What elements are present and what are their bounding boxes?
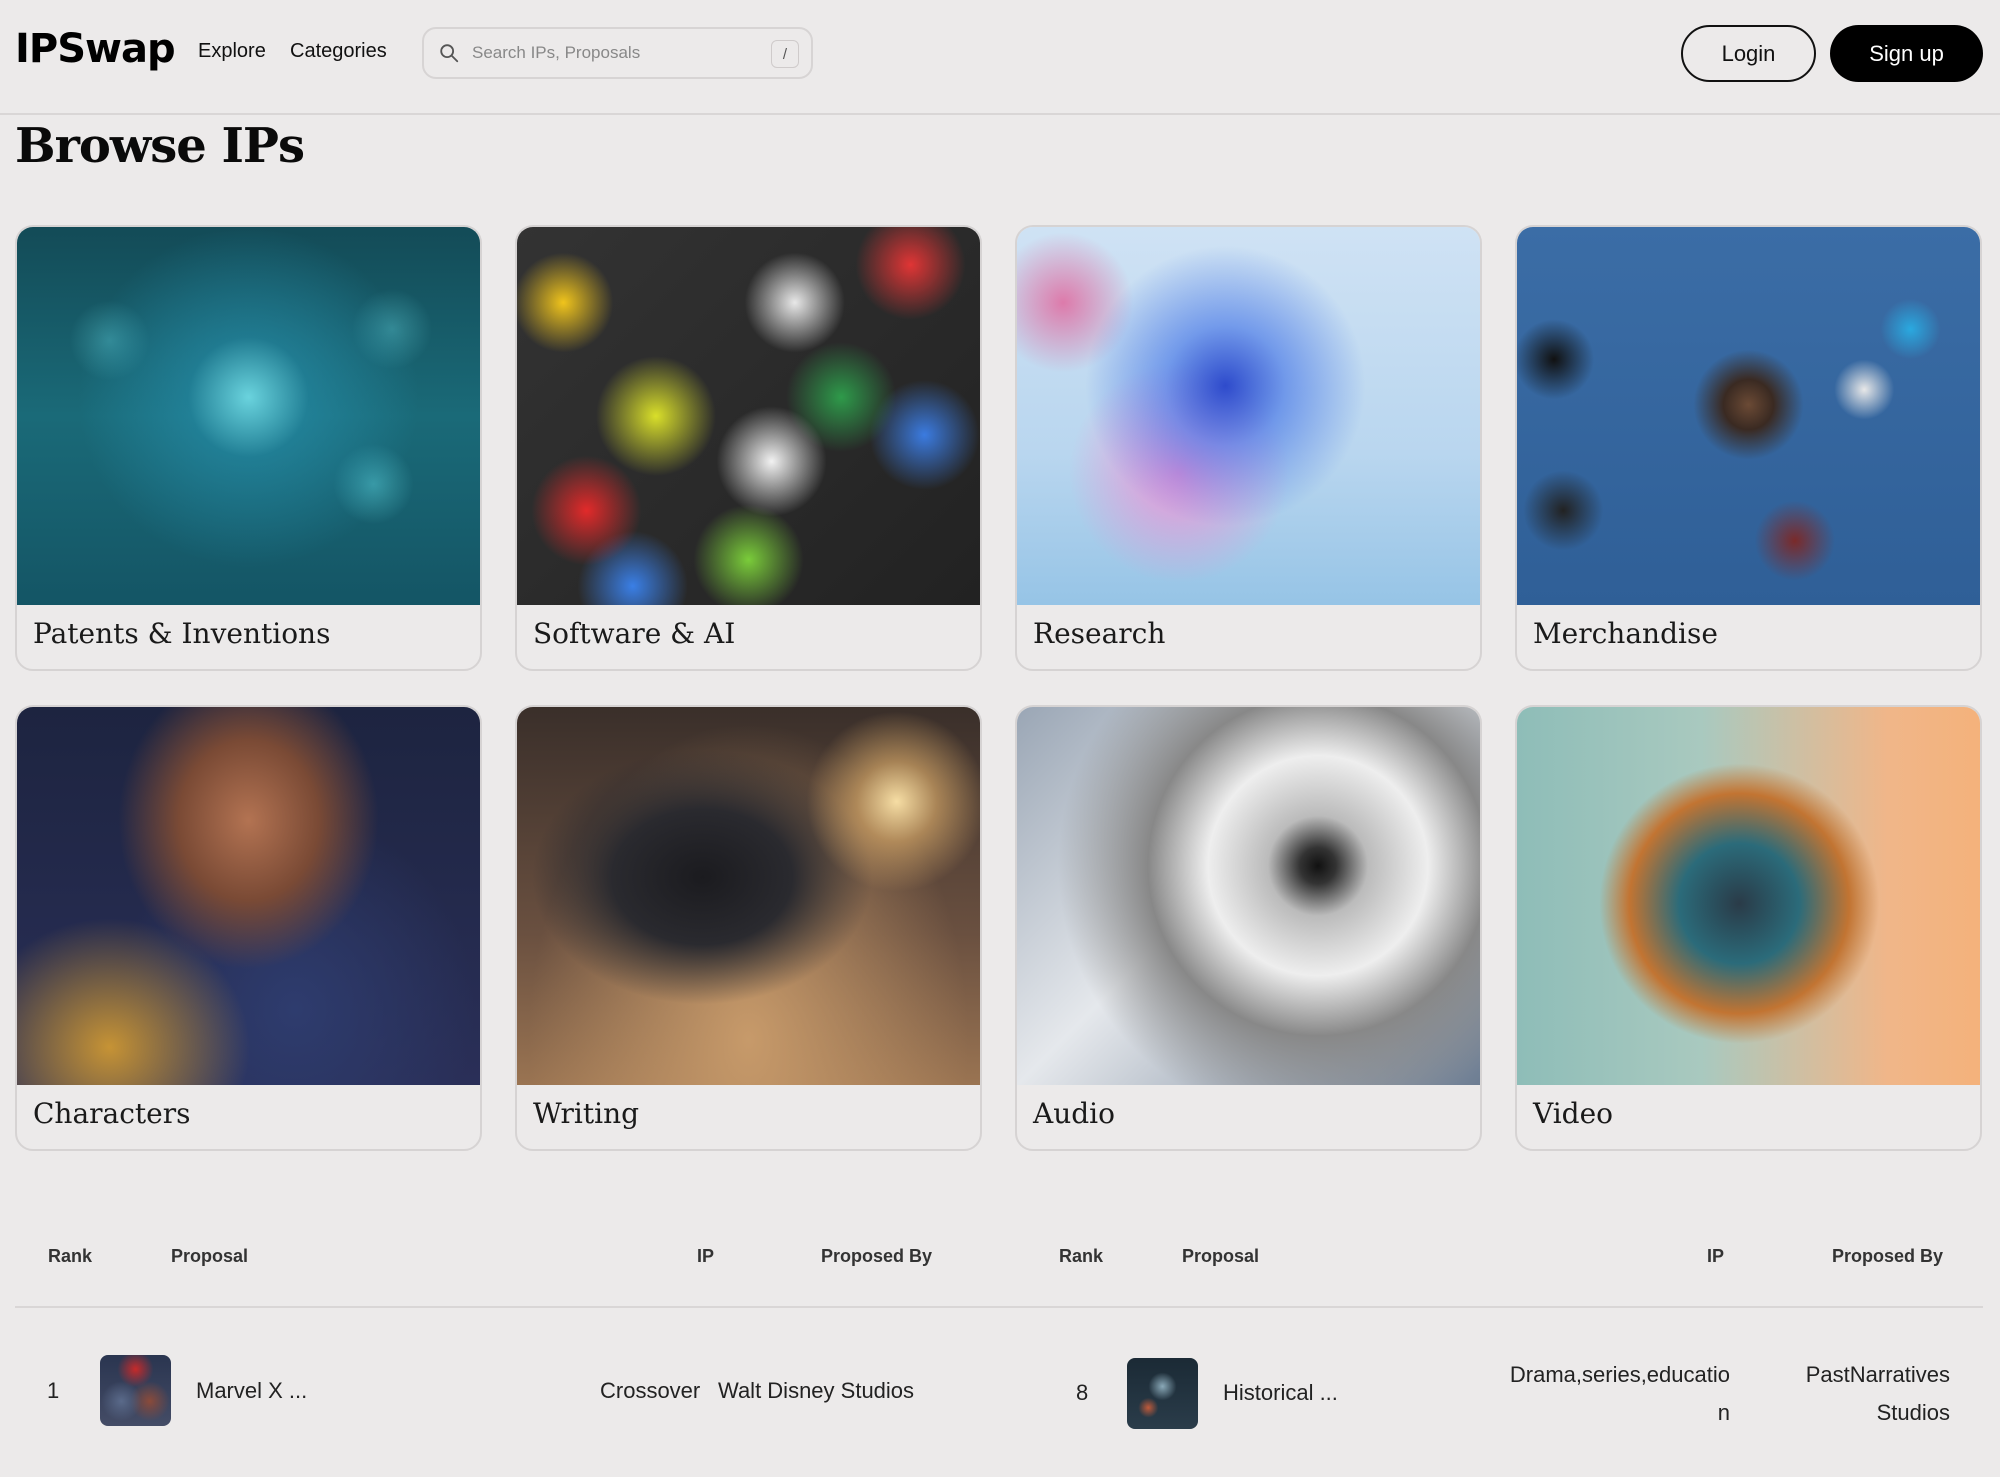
login-button[interactable]: Login <box>1681 25 1816 82</box>
category-card-video[interactable]: Video <box>1515 705 1982 1151</box>
proposed-by-cell: PastNarratives Studios <box>1805 1362 1950 1425</box>
search-input[interactable] <box>472 37 772 69</box>
search-box[interactable]: / <box>422 27 813 79</box>
proposal-name[interactable]: Marvel X ... <box>196 1378 307 1404</box>
column-header-proposed-by[interactable]: Proposed By <box>821 1246 932 1267</box>
category-label: Software & AI <box>533 617 736 650</box>
proposal-thumbnail[interactable] <box>1127 1358 1198 1429</box>
column-header-rank[interactable]: Rank <box>1059 1246 1103 1267</box>
nav-categories-link[interactable]: Categories <box>290 40 387 63</box>
category-card-characters[interactable]: Characters <box>15 705 482 1151</box>
column-header-proposal[interactable]: Proposal <box>1182 1246 1259 1267</box>
category-card-merchandise[interactable]: Merchandise <box>1515 225 1982 671</box>
page-title: Browse IPs <box>15 118 305 174</box>
column-header-proposed-by[interactable]: Proposed By <box>1832 1246 1943 1267</box>
category-card-audio[interactable]: Audio <box>1015 705 1482 1151</box>
column-header-rank[interactable]: Rank <box>48 1246 92 1267</box>
category-image-software <box>517 227 980 605</box>
category-image-characters <box>17 707 480 1085</box>
category-image-video <box>1517 707 1980 1085</box>
category-image-writing <box>517 707 980 1085</box>
category-image-merchandise <box>1517 227 1980 605</box>
category-card-research[interactable]: Research <box>1015 225 1482 671</box>
category-label: Audio <box>1033 1097 1115 1130</box>
rank-cell: 1 <box>47 1378 60 1403</box>
category-image-research <box>1017 227 1480 605</box>
category-image-patents <box>17 227 480 605</box>
proposal-name[interactable]: Historical ... <box>1223 1380 1338 1406</box>
search-shortcut-key: / <box>771 40 799 68</box>
nav-explore-link[interactable]: Explore <box>198 40 266 63</box>
ip-cell: Crossover <box>600 1378 701 1403</box>
category-card-software[interactable]: Software & AI <box>515 225 982 671</box>
column-header-proposal[interactable]: Proposal <box>171 1246 248 1267</box>
category-label: Characters <box>33 1097 191 1130</box>
search-icon <box>440 44 459 63</box>
signup-button[interactable]: Sign up <box>1830 25 1983 82</box>
category-card-patents[interactable]: Patents & Inventions <box>15 225 482 671</box>
category-label: Merchandise <box>1533 617 1718 650</box>
top-nav-bar: IPSwap Explore Categories / Login Sign u… <box>0 0 2000 115</box>
category-card-writing[interactable]: Writing <box>515 705 982 1151</box>
column-header-ip[interactable]: IP <box>1707 1246 1724 1267</box>
category-label: Writing <box>533 1097 640 1130</box>
rank-cell: 8 <box>1076 1380 1089 1405</box>
category-label: Video <box>1533 1097 1614 1130</box>
column-header-ip[interactable]: IP <box>697 1246 714 1267</box>
category-label: Research <box>1033 617 1166 650</box>
proposed-by-cell: Walt Disney Studios <box>718 1378 915 1403</box>
ipswap-logo[interactable]: IPSwap <box>15 26 176 72</box>
ip-cell: Drama,series,education <box>1509 1362 1730 1425</box>
table-divider <box>15 1306 1983 1308</box>
category-label: Patents & Inventions <box>33 617 331 650</box>
proposal-thumbnail[interactable] <box>100 1355 171 1426</box>
category-image-audio <box>1017 707 1480 1085</box>
